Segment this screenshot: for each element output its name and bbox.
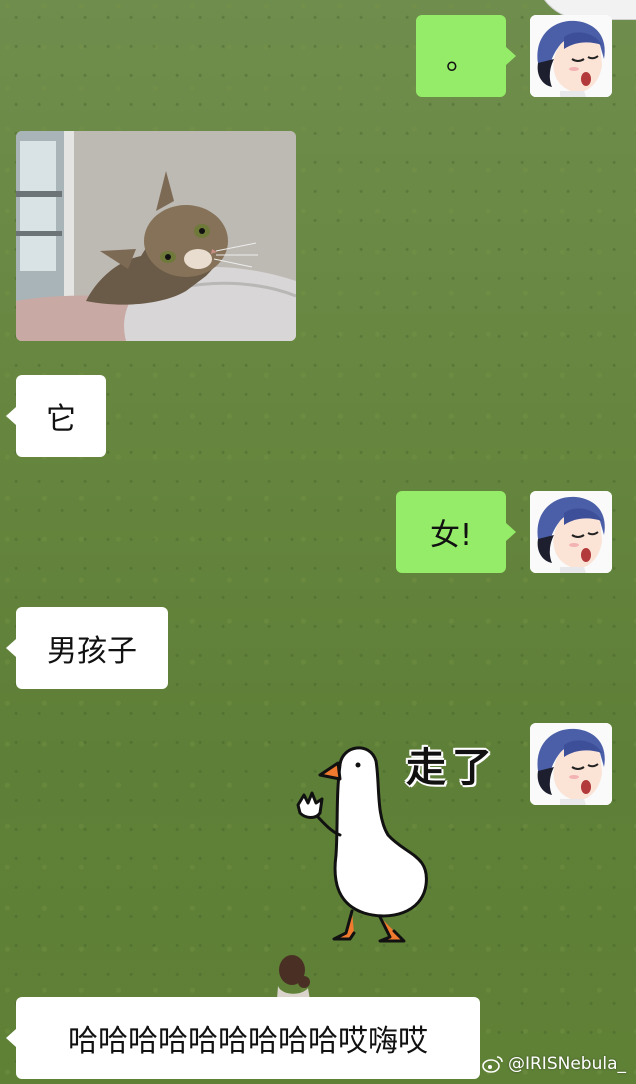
watermark-text: @IRISNebula_ — [507, 1054, 626, 1074]
message-text: 哈哈哈哈哈哈哈哈哈哎嗨哎 — [68, 1024, 428, 1059]
message-text: 。 — [446, 42, 476, 77]
weibo-logo-icon — [482, 1056, 503, 1073]
outgoing-message-bubble[interactable]: 。 — [416, 15, 516, 97]
sticker-text: 走了 — [406, 744, 498, 791]
user-avatar[interactable] — [530, 491, 612, 573]
incoming-message-bubble[interactable]: 男孩子 — [6, 607, 168, 689]
outgoing-message-bubble[interactable]: 女! — [396, 491, 516, 573]
message-text: 它 — [46, 402, 76, 437]
message-text: 男孩子 — [47, 634, 137, 669]
anime-girl-avatar-icon — [530, 15, 612, 97]
user-avatar[interactable] — [530, 15, 612, 97]
anime-girl-avatar-icon — [530, 491, 612, 573]
outgoing-sticker-message[interactable]: 走了 — [280, 735, 510, 955]
watermark: @IRISNebula_ — [482, 1054, 626, 1074]
message-text: 女! — [429, 518, 473, 553]
user-avatar[interactable] — [530, 723, 612, 805]
incoming-photo-message[interactable] — [16, 131, 296, 341]
incoming-message-bubble[interactable]: 它 — [6, 375, 106, 457]
incoming-message-bubble[interactable]: 哈哈哈哈哈哈哈哈哈哎嗨哎 — [6, 997, 480, 1079]
anime-girl-avatar-icon — [530, 723, 612, 805]
cat-photo — [16, 131, 296, 341]
